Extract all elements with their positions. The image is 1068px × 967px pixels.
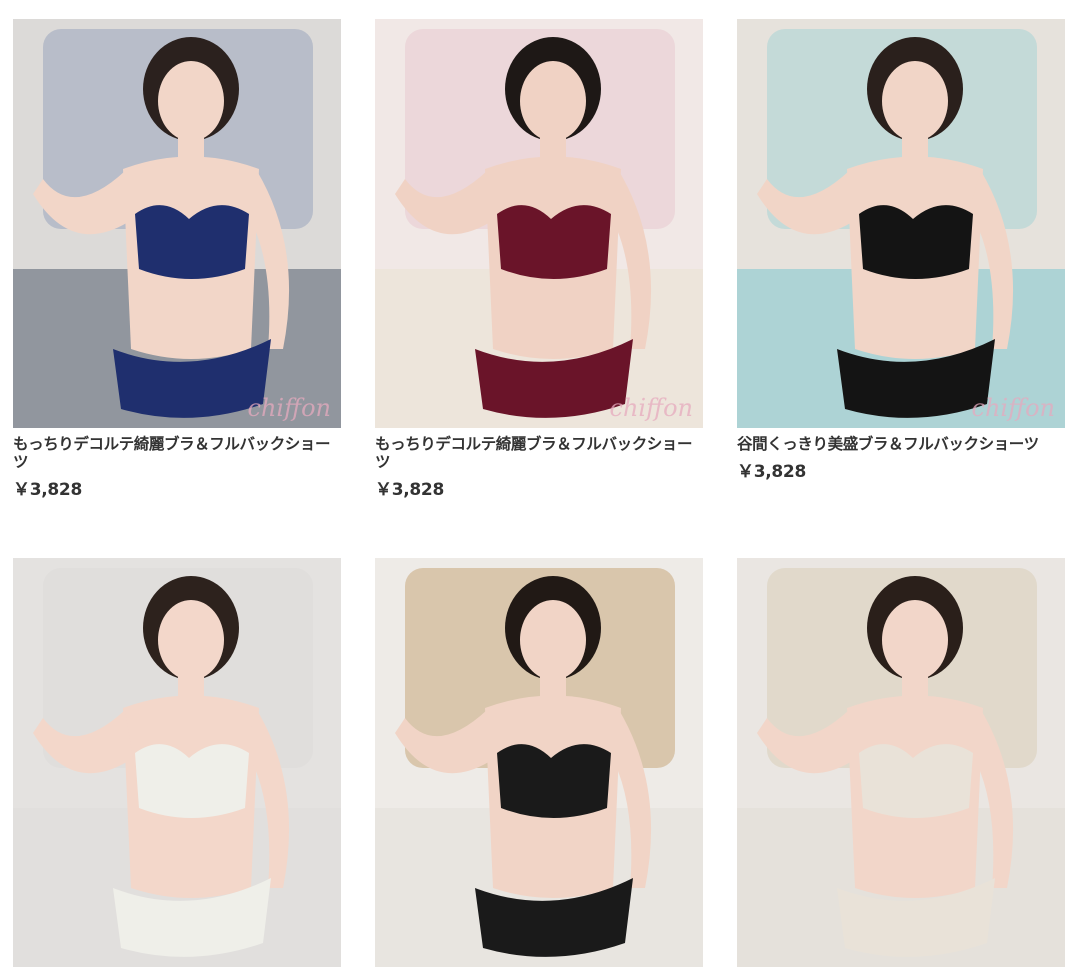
photo-face <box>882 600 948 680</box>
product-price: ￥3,828 <box>375 480 444 500</box>
product-card[interactable]: chiffon 谷間くっきり美盛ブラ＆フルバックショーツ ￥3,828 <box>737 19 1065 500</box>
photo-illustration <box>13 558 341 967</box>
product-photo[interactable]: chiffon <box>375 19 703 428</box>
product-card[interactable]: chiffon もっちりデコルテ綺麗ブラ＆フルバックショーツ ￥3,828 <box>375 19 703 500</box>
photo-face <box>158 600 224 680</box>
photo-face <box>882 61 948 141</box>
product-photo[interactable]: chiffon <box>13 19 341 428</box>
product-price: ￥3,828 <box>13 480 82 500</box>
product-title[interactable]: もっちりデコルテ綺麗ブラ＆フルバックショーツ <box>13 435 341 471</box>
product-card[interactable] <box>13 558 341 967</box>
product-photo[interactable] <box>375 558 703 967</box>
product-title[interactable]: もっちりデコルテ綺麗ブラ＆フルバックショーツ <box>375 435 703 471</box>
photo-illustration <box>375 558 703 967</box>
product-price: ￥3,828 <box>737 462 806 482</box>
product-title[interactable]: 谷間くっきり美盛ブラ＆フルバックショーツ <box>737 435 1065 453</box>
photo-face <box>158 61 224 141</box>
photo-illustration <box>13 19 341 428</box>
product-photo[interactable]: chiffon <box>737 19 1065 428</box>
photo-face <box>520 61 586 141</box>
product-card[interactable] <box>737 558 1065 967</box>
product-photo[interactable] <box>737 558 1065 967</box>
watermark-logo: chiffon <box>609 394 693 422</box>
product-card[interactable] <box>375 558 703 967</box>
photo-face <box>520 600 586 680</box>
product-card[interactable]: chiffon もっちりデコルテ綺麗ブラ＆フルバックショーツ ￥3,828 <box>13 19 341 500</box>
product-photo[interactable] <box>13 558 341 967</box>
product-grid: chiffon もっちりデコルテ綺麗ブラ＆フルバックショーツ ￥3,828 ch… <box>13 19 1065 967</box>
watermark-logo: chiffon <box>247 394 331 422</box>
photo-illustration <box>737 19 1065 428</box>
photo-illustration <box>375 19 703 428</box>
watermark-logo: chiffon <box>971 394 1055 422</box>
photo-illustration <box>737 558 1065 967</box>
